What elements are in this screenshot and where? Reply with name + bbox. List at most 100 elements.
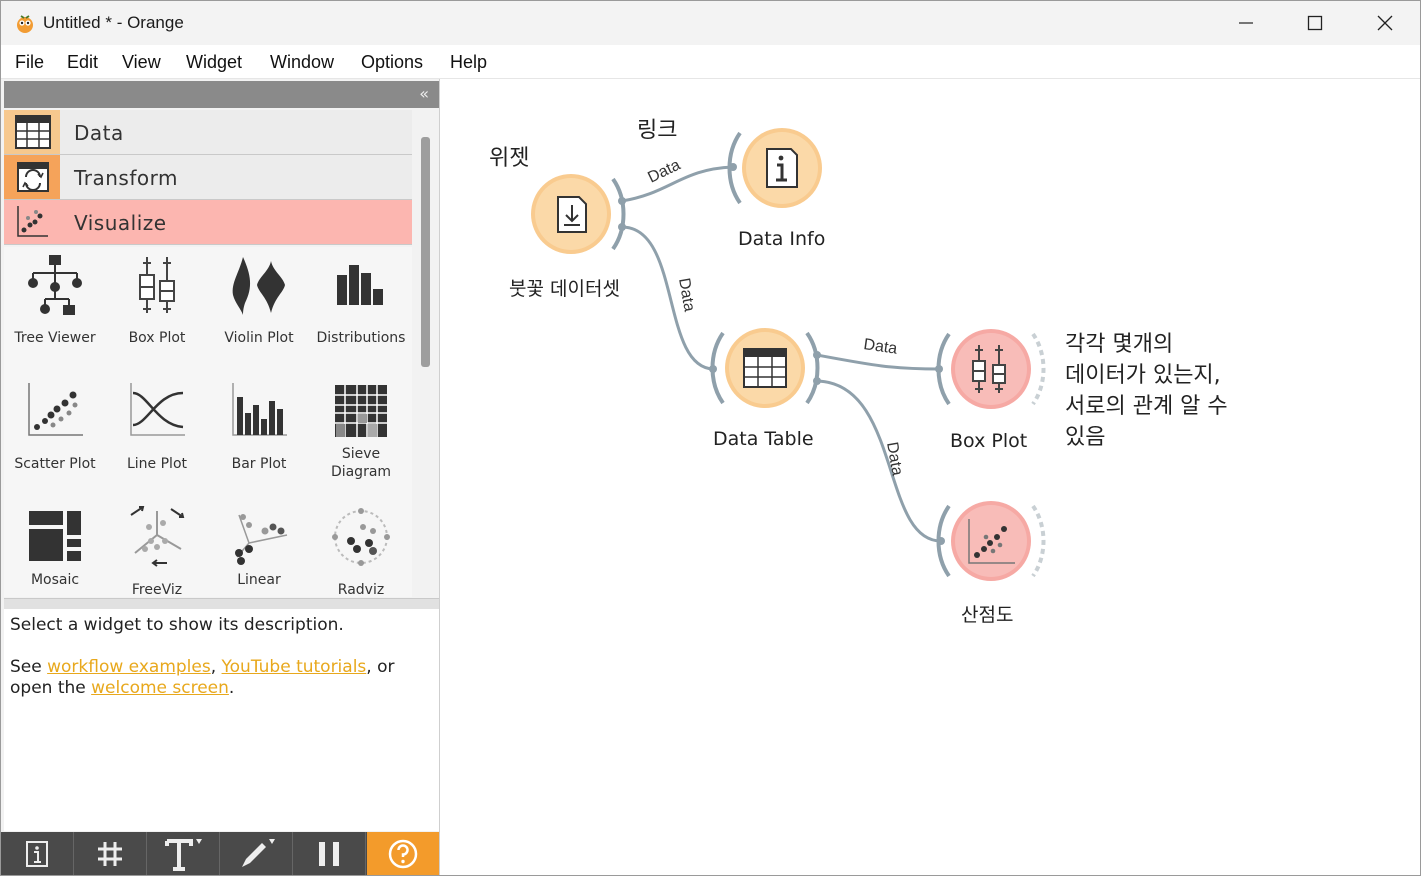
file-icon [557,196,587,233]
category-data[interactable]: Data [4,110,412,155]
widget-radviz[interactable]: Radviz [310,499,412,597]
or-text: , or [366,657,395,677]
window-title: Untitled * - Orange [43,13,184,32]
close-icon [1377,15,1393,31]
widget-label: Scatter Plot [14,456,96,472]
youtube-tutorials-link[interactable]: YouTube tutorials [222,657,367,677]
widget-label: Radviz [337,582,385,597]
node-data-info[interactable] [727,128,822,208]
widget-box-plot[interactable]: Box Plot [106,247,208,367]
widget-label: Linear [237,572,281,588]
info-icon [26,840,48,867]
widget-label: Sieve Diagram [310,445,412,481]
annotation-widget[interactable]: 위젯 [489,143,529,174]
arrow-annotation-button[interactable] [220,832,293,875]
widget-distributions[interactable]: Distributions [310,247,412,367]
widget-freeviz[interactable]: FreeViz [106,499,208,597]
info-icon [766,148,798,188]
annotation-note-line: 각각 몇개의 [1065,332,1174,357]
text-tool-icon [165,838,202,871]
help-button[interactable] [367,832,439,875]
linear-projection-icon [235,514,288,565]
widget-label-text: Sieve Diagram [330,446,392,480]
widget-label: Mosaic [30,572,80,588]
info-button[interactable] [1,832,74,875]
node-scatter-plot[interactable] [936,501,1046,581]
node-data-table[interactable] [709,328,821,408]
node-label-scatter: 산점도 [961,604,1014,626]
title-bar: Untitled * - Orange [1,1,1420,45]
widget-label: Violin Plot [224,330,294,346]
link-label-data: Data [675,277,698,313]
bar-plot-icon [232,383,287,436]
help-links: See workflow examples, YouTube tutorials… [10,657,394,699]
minimize-button[interactable] [1213,1,1279,45]
widget-label: Tree Viewer [14,330,96,346]
widget-label: Distributions [316,330,406,346]
grid-button[interactable] [74,832,147,875]
freeviz-icon [130,506,185,567]
node-box-plot[interactable] [935,329,1046,409]
node-label-box-plot: Box Plot [950,430,1028,452]
widget-violin-plot[interactable]: Violin Plot [208,247,310,367]
menu-widget[interactable]: Widget [186,52,242,73]
dock-scrollbar-thumb[interactable] [421,137,430,367]
category-visualize[interactable]: Visualize [4,200,412,245]
annotation-note[interactable]: 각각 몇개의 데이터가 있는지, 서로의 관계 알 수 있음 [1065,329,1228,453]
workflow-examples-link[interactable]: workflow examples [47,657,211,677]
minimize-icon [1239,22,1253,24]
menu-options[interactable]: Options [361,52,423,73]
radviz-icon [332,508,390,566]
menu-window[interactable]: Window [270,52,334,73]
help-icon [388,839,418,868]
link-datatable-boxplot[interactable] [816,353,940,371]
mosaic-icon [29,511,81,561]
menu-edit[interactable]: Edit [67,52,98,73]
pause-button[interactable] [293,832,366,875]
widget-label: Bar Plot [231,456,287,472]
annotation-note-line: 서로의 관계 알 수 [1065,394,1228,419]
category-transform[interactable]: Transform [4,155,412,200]
widget-label: Box Plot [128,330,186,346]
collapse-dock-icon[interactable]: « [419,84,429,103]
node-label-data-info: Data Info [738,228,826,250]
pen-icon [242,838,275,867]
welcome-screen-link[interactable]: welcome screen [91,678,229,698]
violin-plot-icon [232,257,285,315]
node-label-data-table: Data Table [713,428,814,450]
node-label-file: 붓꽃 데이터셋 [509,278,620,300]
pause-icon [319,841,339,866]
box-plot-icon [139,257,175,313]
workflow-canvas[interactable]: Data Data Data Data 붓꽃 데이터셋 Data Info Da… [441,79,1420,875]
open-text: open the [10,678,92,698]
widget-linear-projection[interactable]: Linear [208,499,310,597]
node-file[interactable] [531,174,626,254]
widget-dock: « Data Transform Visualize Tree Viewer B… [1,79,440,875]
see-text: See [10,657,48,677]
widget-grid: Tree Viewer Box Plot Violin Plot Distrib… [4,247,412,597]
widget-mosaic[interactable]: Mosaic [4,499,106,597]
widget-sieve-diagram[interactable]: Sieve Diagram [310,373,412,493]
widget-tree-viewer[interactable]: Tree Viewer [4,247,106,367]
table-icon [743,348,787,388]
distributions-icon [337,265,383,305]
annotation-link[interactable]: 링크 [637,115,677,146]
transform-icon [4,155,60,199]
menu-view[interactable]: View [122,52,161,73]
category-label: Transform [74,166,178,190]
widget-label: Line Plot [126,456,187,472]
comma-text: , [210,657,222,677]
link-datatable-scatter[interactable] [816,379,942,543]
category-label: Data [74,121,124,145]
menu-help[interactable]: Help [450,52,487,73]
widget-scatter-plot[interactable]: Scatter Plot [4,373,106,493]
widget-line-plot[interactable]: Line Plot [106,373,208,493]
menu-file[interactable]: File [15,52,44,73]
link-file-datatable[interactable] [621,225,714,371]
text-annotation-button[interactable] [147,832,220,875]
maximize-button[interactable] [1282,1,1348,45]
line-plot-icon [130,383,185,436]
close-button[interactable] [1352,1,1418,45]
table-icon [4,110,60,154]
widget-bar-plot[interactable]: Bar Plot [208,373,310,493]
